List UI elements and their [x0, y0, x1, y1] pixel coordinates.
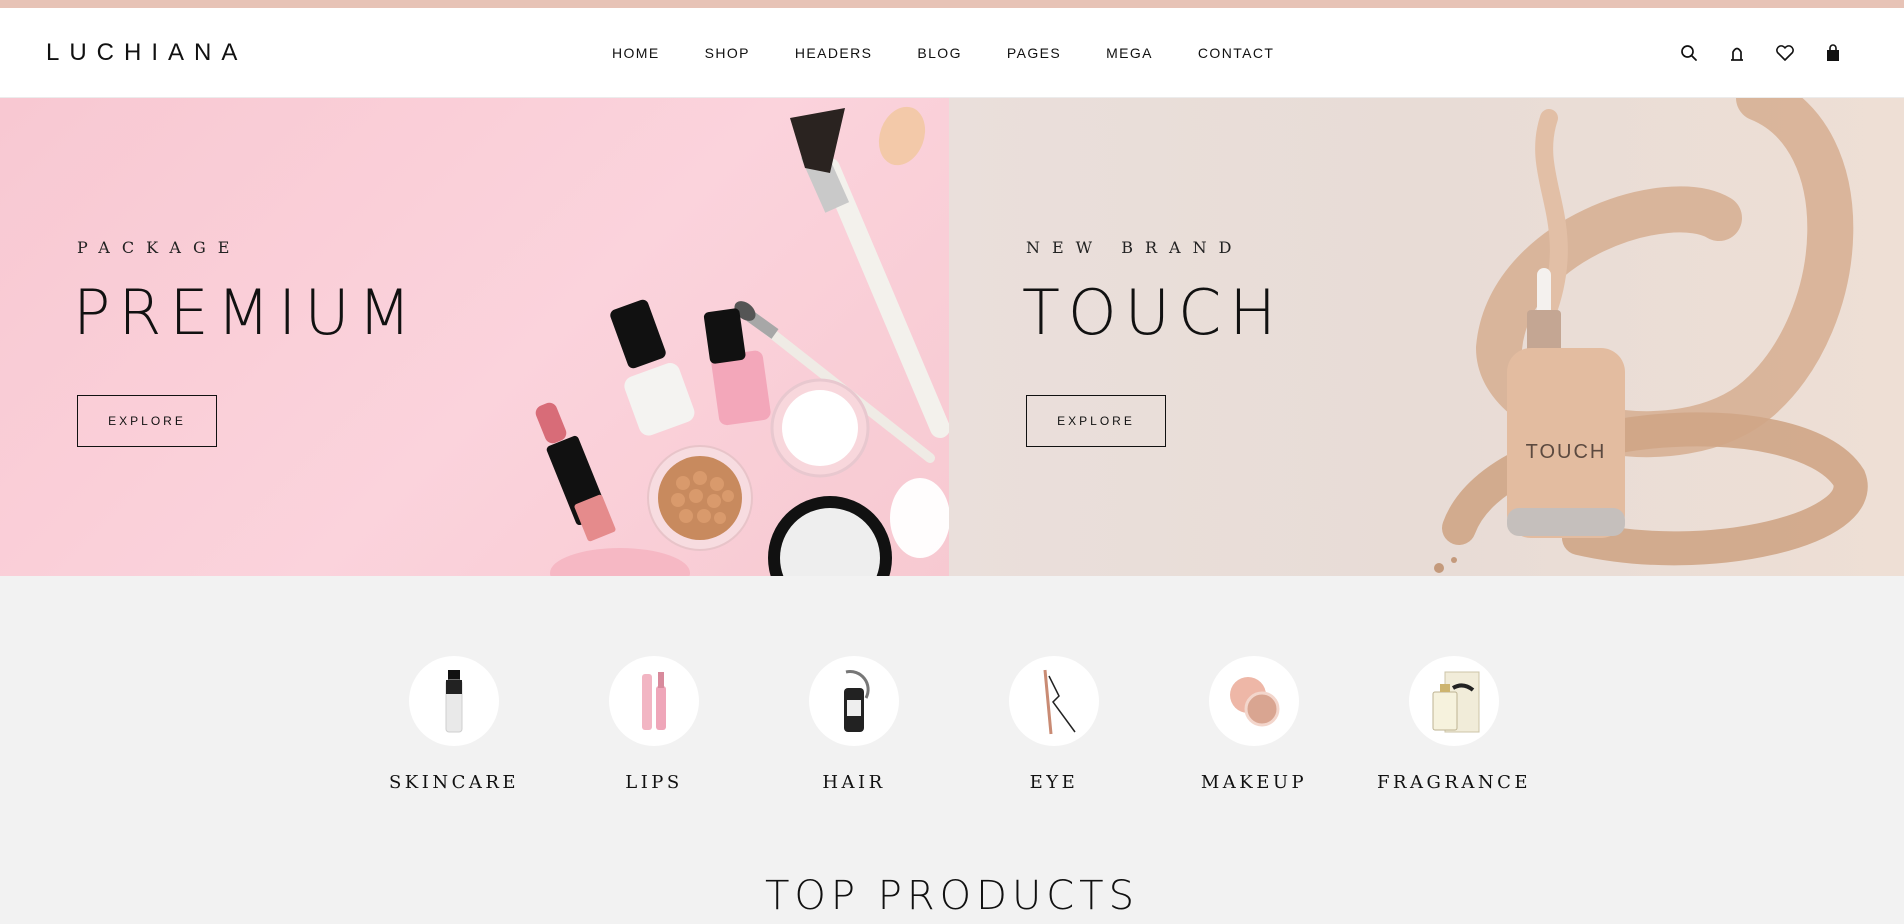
- hero-banners: PACKAGE PREMIUM EXPLORE NEW BRAND TOUCH …: [0, 98, 1904, 576]
- banner-eyebrow: PACKAGE: [77, 238, 242, 257]
- nav-pages[interactable]: PAGES: [1007, 45, 1061, 61]
- nav-blog[interactable]: BLOG: [917, 45, 962, 61]
- cosmetics-flatlay-image: [535, 106, 949, 576]
- category-label: EYE: [1029, 772, 1079, 793]
- category-eye[interactable]: EYE: [994, 656, 1114, 793]
- header-actions: [1678, 8, 1844, 98]
- category-fragrance[interactable]: FRAGRANCE: [1377, 656, 1528, 793]
- nav-contact[interactable]: CONTACT: [1198, 45, 1274, 61]
- category-hair[interactable]: HAIR: [794, 656, 914, 793]
- category-skincare[interactable]: SKINCARE: [389, 656, 516, 793]
- nav-shop[interactable]: SHOP: [705, 45, 750, 61]
- lipgloss-icon[interactable]: [609, 656, 699, 746]
- main-nav: HOME SHOP HEADERS BLOG PAGES MEGA CONTAC…: [612, 8, 1274, 98]
- category-list: SKINCARE LIPS HAIR EYE MAKEUP FRAGRANCE: [0, 656, 1904, 793]
- nav-home[interactable]: HOME: [612, 45, 660, 61]
- site-header: LUCHIANA HOME SHOP HEADERS BLOG PAGES ME…: [0, 8, 1904, 98]
- user-icon[interactable]: [1726, 42, 1748, 64]
- banner-headline: PREMIUM: [73, 276, 420, 349]
- heart-icon[interactable]: [1774, 42, 1796, 64]
- banner-headline: TOUCH: [1022, 276, 1284, 349]
- hero-banner-premium[interactable]: PACKAGE PREMIUM EXPLORE: [0, 98, 949, 576]
- hero-banner-touch[interactable]: NEW BRAND TOUCH EXPLORE TOUCH: [949, 98, 1904, 576]
- compact-icon[interactable]: [1209, 656, 1299, 746]
- nav-headers[interactable]: HEADERS: [795, 45, 872, 61]
- bottle-label: TOUCH: [1526, 441, 1607, 463]
- nav-mega[interactable]: MEGA: [1106, 45, 1153, 61]
- category-label: FRAGRANCE: [1376, 772, 1532, 793]
- hair-product-icon[interactable]: [809, 656, 899, 746]
- category-label: MAKEUP: [1200, 772, 1308, 793]
- category-makeup[interactable]: MAKEUP: [1194, 656, 1314, 793]
- banner-eyebrow: NEW BRAND: [1026, 238, 1244, 257]
- serum-bottle-icon[interactable]: [409, 656, 499, 746]
- search-icon[interactable]: [1678, 42, 1700, 64]
- top-accent-bar: [0, 0, 1904, 8]
- category-label: HAIR: [822, 772, 886, 793]
- bag-icon[interactable]: [1822, 42, 1844, 64]
- category-label: LIPS: [625, 772, 683, 793]
- explore-button[interactable]: EXPLORE: [77, 395, 217, 447]
- foundation-swirl-image: TOUCH: [1434, 98, 1868, 573]
- eyeliner-icon[interactable]: [1009, 656, 1099, 746]
- site-logo[interactable]: LUCHIANA: [46, 39, 247, 67]
- explore-button[interactable]: EXPLORE: [1026, 395, 1166, 447]
- category-lips[interactable]: LIPS: [594, 656, 714, 793]
- section-title: TOP PRODUCTS: [765, 873, 1139, 919]
- category-label: SKINCARE: [388, 772, 520, 793]
- perfume-icon[interactable]: [1409, 656, 1499, 746]
